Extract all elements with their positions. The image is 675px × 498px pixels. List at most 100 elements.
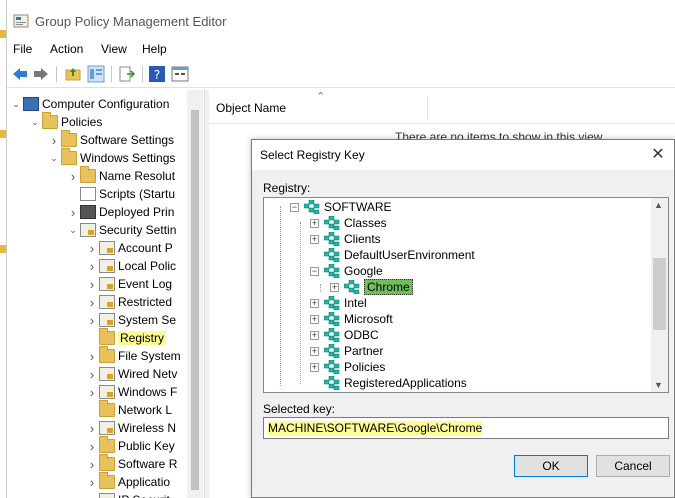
- chevron-right-icon[interactable]: ›: [85, 437, 99, 455]
- registry-tree-item[interactable]: + Intel: [310, 295, 367, 311]
- chevron-right-icon[interactable]: ›: [85, 383, 99, 401]
- tree-item[interactable]: › Wired Netv: [85, 365, 178, 383]
- tree-item[interactable]: › Local Polic: [85, 257, 176, 275]
- tree-item[interactable]: ⌄ Windows Settings: [47, 148, 175, 167]
- tree-item[interactable]: › Software R: [85, 454, 177, 473]
- registry-tree-item[interactable]: + Chrome: [330, 279, 413, 295]
- cancel-button[interactable]: Cancel: [596, 455, 670, 477]
- chevron-down-icon[interactable]: ⌄: [28, 113, 42, 131]
- title-bar: Group Policy Management Editor: [7, 0, 675, 38]
- tree-item[interactable]: › System Se: [85, 311, 176, 329]
- folder-icon: [99, 436, 115, 453]
- forward-arrow-icon[interactable]: [32, 65, 50, 83]
- registry-key-icon: [324, 360, 340, 374]
- close-icon[interactable]: ✕: [648, 145, 668, 165]
- chevron-right-icon[interactable]: ›: [47, 131, 61, 149]
- registry-tree-item[interactable]: + Microsoft: [310, 311, 393, 327]
- chevron-right-icon[interactable]: ›: [66, 203, 80, 221]
- tree-item[interactable]: ⌄ Computer Configuration: [9, 95, 169, 113]
- tree-item[interactable]: › Deployed Prin: [66, 203, 175, 221]
- registry-tree-item[interactable]: − Google: [310, 263, 383, 279]
- registry-tree-item[interactable]: − SOFTWARE: [290, 199, 392, 215]
- tree-item[interactable]: › Restricted: [85, 293, 172, 311]
- expand-icon[interactable]: +: [310, 330, 319, 340]
- ok-button[interactable]: OK: [514, 455, 588, 477]
- registry-tree-item[interactable]: + Classes: [310, 215, 387, 231]
- expand-icon[interactable]: +: [310, 234, 319, 244]
- chevron-right-icon[interactable]: ›: [85, 275, 99, 293]
- chevron-right-icon[interactable]: ›: [85, 419, 99, 437]
- chevron-right-icon[interactable]: ›: [85, 347, 99, 365]
- export-list-icon[interactable]: [118, 65, 136, 83]
- chevron-right-icon[interactable]: ›: [66, 167, 80, 185]
- help-icon[interactable]: ?: [148, 65, 166, 83]
- toolbar-separator: [56, 66, 57, 82]
- chevron-right-icon[interactable]: ›: [85, 491, 99, 498]
- tree-item[interactable]: Registry: [85, 328, 167, 347]
- tree-item[interactable]: › Account P: [85, 239, 173, 257]
- tree-item[interactable]: › Wireless N: [85, 419, 176, 437]
- scroll-thumb[interactable]: [191, 110, 199, 490]
- chevron-down-icon[interactable]: ⌄: [66, 221, 80, 239]
- tree-item[interactable]: Network L: [85, 400, 172, 419]
- collapse-icon[interactable]: −: [310, 266, 319, 276]
- chevron-right-icon[interactable]: ›: [85, 239, 99, 257]
- tree-item[interactable]: Scripts (Startu: [66, 185, 175, 203]
- registry-tree-item[interactable]: + ODBC: [310, 327, 379, 343]
- scroll-down-icon[interactable]: ▼: [654, 380, 663, 390]
- expand-icon[interactable]: +: [310, 346, 319, 356]
- tree-item[interactable]: › Software Settings: [47, 130, 174, 149]
- registry-tree-item[interactable]: +RegisteredApplications: [310, 375, 467, 391]
- tree-item[interactable]: › File System: [85, 346, 181, 365]
- registry-tree-item-label: Policies: [344, 360, 386, 374]
- back-arrow-icon[interactable]: [11, 65, 29, 83]
- tree-item-label: Name Resolut: [99, 169, 176, 183]
- expand-icon[interactable]: +: [310, 298, 319, 308]
- policy-icon: [99, 385, 115, 399]
- registry-tree-item[interactable]: + Policies: [310, 359, 385, 375]
- menu-view[interactable]: View: [101, 42, 127, 56]
- scroll-up-icon[interactable]: ▲: [654, 200, 663, 210]
- chevron-right-icon[interactable]: ›: [85, 293, 99, 311]
- tree-item[interactable]: › Name Resolut: [66, 166, 176, 185]
- properties-icon[interactable]: [171, 65, 189, 83]
- tree-item[interactable]: › Applicatio: [85, 472, 170, 491]
- expand-icon[interactable]: +: [330, 282, 339, 292]
- selected-key-field[interactable]: MACHINE\SOFTWARE\Google\Chrome: [263, 417, 669, 439]
- tree-item[interactable]: ⌄ Security Settin: [66, 221, 176, 239]
- tree-scrollbar[interactable]: [187, 90, 203, 498]
- chevron-right-icon[interactable]: ›: [85, 473, 99, 491]
- column-divider[interactable]: [427, 96, 428, 120]
- tree-item[interactable]: ⌄ Policies: [28, 112, 102, 131]
- expand-icon[interactable]: +: [310, 218, 319, 228]
- menu-help[interactable]: Help: [142, 42, 167, 56]
- registry-tree-item[interactable]: + Partner: [310, 343, 383, 359]
- chevron-right-icon[interactable]: ›: [85, 257, 99, 275]
- registry-tree-item[interactable]: +DefaultUserEnvironment: [310, 247, 475, 263]
- registry-tree: −SOFTWARE+Classes+Clients+DefaultUserEnv…: [263, 197, 669, 393]
- registry-tree-item[interactable]: + Clients: [310, 231, 381, 247]
- registry-tree-item-label: DefaultUserEnvironment: [344, 248, 475, 262]
- scroll-thumb[interactable]: [653, 258, 666, 330]
- chevron-down-icon[interactable]: ⌄: [9, 95, 23, 113]
- chevron-right-icon[interactable]: ›: [85, 311, 99, 329]
- window-title: Group Policy Management Editor: [35, 14, 227, 29]
- expand-icon[interactable]: +: [310, 314, 319, 324]
- up-folder-icon[interactable]: [64, 65, 82, 83]
- registry-scrollbar[interactable]: ▲ ▼: [651, 198, 668, 392]
- collapse-icon[interactable]: −: [290, 202, 299, 212]
- folder-icon: [99, 454, 115, 471]
- tree-guide-line: [300, 222, 301, 384]
- expand-icon[interactable]: +: [310, 362, 319, 372]
- tree-item[interactable]: › Windows F: [85, 383, 178, 401]
- chevron-right-icon[interactable]: ›: [85, 365, 99, 383]
- show-hide-tree-icon[interactable]: [87, 65, 105, 83]
- chevron-down-icon[interactable]: ⌄: [47, 149, 61, 167]
- tree-item[interactable]: › Public Key: [85, 436, 175, 455]
- column-header-object-name[interactable]: Object Name: [216, 101, 286, 115]
- menu-action[interactable]: Action: [50, 42, 83, 56]
- tree-item[interactable]: › Event Log: [85, 275, 172, 293]
- chevron-right-icon[interactable]: ›: [85, 455, 99, 473]
- tree-item[interactable]: › IP Securit: [85, 491, 170, 498]
- menu-file[interactable]: File: [13, 42, 32, 56]
